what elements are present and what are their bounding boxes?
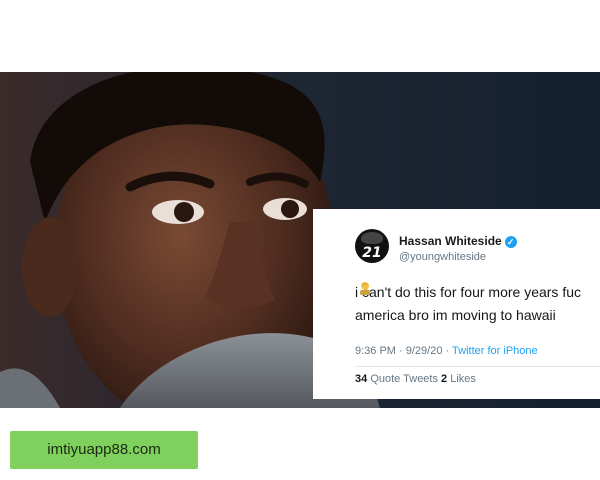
watermark-banner[interactable]: imtiyuapp88.com <box>10 431 198 469</box>
tweet-stats: 34 Quote Tweets 2 Likes <box>355 373 476 385</box>
like-label[interactable]: Likes <box>450 373 476 385</box>
stats-divider <box>355 366 600 367</box>
quote-count: 34 <box>355 373 368 385</box>
verified-badge-icon: ✓ <box>504 235 517 248</box>
like-count: 2 <box>441 373 448 385</box>
tweet-text-line-1: i can't do this for four more years fuc <box>355 284 581 300</box>
author-name-text: Hassan Whiteside <box>399 234 502 248</box>
person-emoji-icon <box>360 282 370 295</box>
tweet-text-line-2-text: america bro im moving to hawaii <box>355 307 556 323</box>
tweet-author-name: Hassan Whiteside ✓ <box>399 234 517 248</box>
tweet-source-link[interactable]: Twitter for iPhone <box>452 345 538 357</box>
tweet-timestamp: 9:36 PM · 9/29/20 · <box>355 345 450 357</box>
tweet-author-handle: @youngwhiteside <box>399 251 486 263</box>
quote-label[interactable]: Quote Tweets <box>370 373 438 385</box>
avatar-number: 21 <box>362 245 382 261</box>
tweet-text-line-2: america bro im moving to hawaii <box>355 282 600 327</box>
watermark-text[interactable]: imtiyuapp88.com <box>10 441 198 458</box>
avatar: 21 <box>355 229 389 263</box>
tweet-body: i can't do this for four more years fuc … <box>355 281 600 327</box>
tweet-card: 21 Hassan Whiteside ✓ @youngwhiteside i c… <box>313 209 600 399</box>
news-photo: 21 Hassan Whiteside ✓ @youngwhiteside i c… <box>0 72 600 408</box>
tweet-meta: 9:36 PM · 9/29/20 · Twitter for iPhone <box>355 345 538 357</box>
